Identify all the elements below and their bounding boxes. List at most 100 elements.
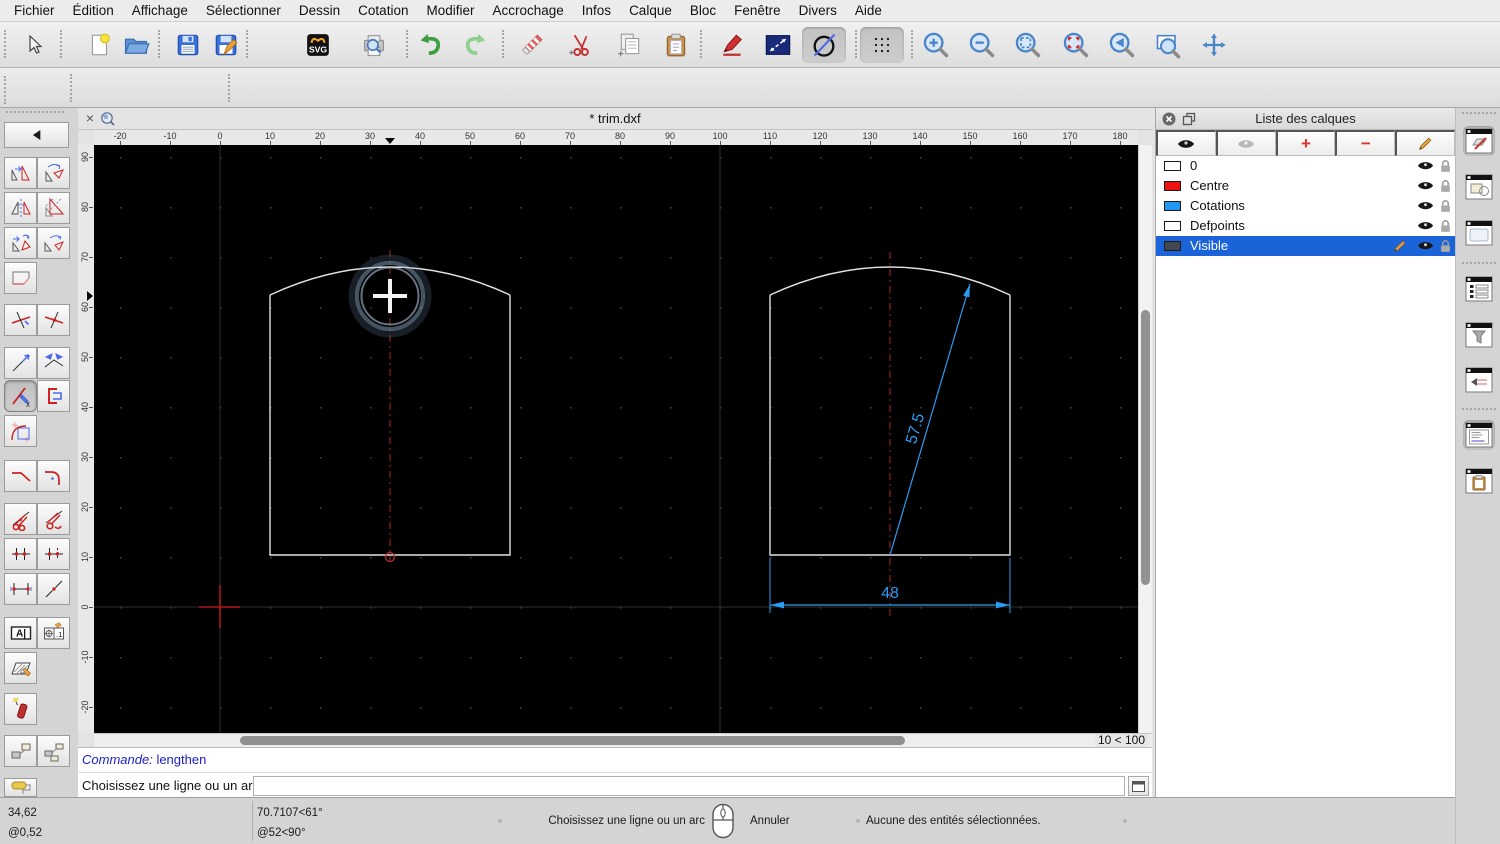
- attributes-tool[interactable]: .1: [37, 617, 70, 649]
- select-pointer-button[interactable]: [16, 27, 52, 63]
- menu-infos[interactable]: Infos: [582, 3, 611, 18]
- layer-lock-icon[interactable]: [1440, 199, 1451, 213]
- horizontal-scrollbar-thumb[interactable]: [240, 736, 905, 745]
- export-svg-button[interactable]: SVG: [300, 27, 336, 63]
- layer-visibility-icon[interactable]: [1417, 240, 1434, 251]
- zoom-out-button[interactable]: [964, 27, 1000, 63]
- print-preview-button[interactable]: [356, 27, 392, 63]
- divide-tool[interactable]: [4, 538, 37, 570]
- layer-edit-icon[interactable]: [1393, 239, 1407, 253]
- remove-layer-button[interactable]: −: [1335, 130, 1396, 156]
- show-all-layers-button[interactable]: [1156, 130, 1216, 156]
- menu-affichage[interactable]: Affichage: [132, 3, 188, 18]
- cut-tool[interactable]: [4, 503, 37, 535]
- bevel-corner-tool[interactable]: [4, 460, 37, 492]
- rotate-two-tool[interactable]: [37, 227, 70, 259]
- zoom-auto-button[interactable]: [1010, 27, 1046, 63]
- layer-list-dock-toggle[interactable]: [1463, 126, 1495, 156]
- mirror-tool[interactable]: [4, 192, 37, 224]
- vertical-scrollbar[interactable]: [1138, 145, 1152, 733]
- save-button[interactable]: [170, 27, 206, 63]
- layer-lock-icon[interactable]: [1440, 239, 1451, 253]
- menu-edition[interactable]: Édition: [73, 3, 114, 18]
- layer-visibility-icon[interactable]: [1417, 220, 1434, 231]
- drawing-canvas[interactable]: 57.5 48: [94, 145, 1138, 733]
- library-browser-dock-toggle[interactable]: [1463, 218, 1495, 248]
- command-dock-button[interactable]: [1128, 776, 1149, 796]
- toolbar-handle[interactable]: [4, 30, 6, 58]
- layer-color-swatch[interactable]: [1164, 221, 1181, 231]
- copy-button[interactable]: [612, 27, 648, 63]
- layer-visibility-icon[interactable]: [1417, 200, 1434, 211]
- revert-direction-tool[interactable]: [37, 347, 70, 379]
- measure-distance-button[interactable]: [760, 27, 796, 63]
- scale-tool[interactable]: [37, 192, 70, 224]
- erase-button[interactable]: [514, 27, 550, 63]
- clipboard-dock-toggle[interactable]: [1463, 466, 1495, 496]
- layer-lock-icon[interactable]: [1440, 179, 1451, 193]
- fillet-tool[interactable]: [4, 415, 37, 447]
- layer-row[interactable]: 0: [1156, 156, 1455, 176]
- layer-row[interactable]: Defpoints: [1156, 216, 1455, 236]
- entity-filter-dock-toggle[interactable]: [1463, 320, 1495, 350]
- entity-list-dock-toggle[interactable]: [1463, 274, 1495, 304]
- zoom-window-button[interactable]: [1150, 27, 1186, 63]
- new-document-button[interactable]: [82, 27, 118, 63]
- add-layer-button[interactable]: +: [1275, 130, 1336, 156]
- layer-row[interactable]: Visible: [1156, 236, 1455, 256]
- layer-row[interactable]: Centre: [1156, 176, 1455, 196]
- layer-row[interactable]: Cotations: [1156, 196, 1455, 216]
- layer-color-swatch[interactable]: [1164, 161, 1181, 171]
- menu-calque[interactable]: Calque: [629, 3, 672, 18]
- command-input[interactable]: [253, 776, 1125, 796]
- menu-fenetre[interactable]: Fenêtre: [734, 3, 781, 18]
- horizontal-scrollbar[interactable]: 10 < 100: [94, 733, 1152, 747]
- rotate-tool[interactable]: [37, 157, 70, 189]
- zoom-in-button[interactable]: [918, 27, 954, 63]
- menu-fichier[interactable]: Fichier: [14, 3, 55, 18]
- text-edit-tool[interactable]: A|: [4, 617, 37, 649]
- paint-tool[interactable]: [4, 778, 37, 797]
- vertical-scrollbar-thumb[interactable]: [1141, 310, 1150, 585]
- layer-color-swatch[interactable]: [1164, 201, 1181, 211]
- cut-two-tool[interactable]: [37, 503, 70, 535]
- grid-toggle-button[interactable]: [860, 27, 904, 63]
- save-as-button[interactable]: [208, 27, 244, 63]
- menu-aide[interactable]: Aide: [855, 3, 882, 18]
- explode-tool[interactable]: [37, 380, 70, 412]
- move-rotate-tool[interactable]: [4, 227, 37, 259]
- redo-button[interactable]: [458, 27, 494, 63]
- zoom-previous-button[interactable]: [1058, 27, 1094, 63]
- round-corner-tool[interactable]: [37, 460, 70, 492]
- palette-back-button[interactable]: [4, 122, 69, 148]
- pen-palette-dock-toggle[interactable]: [1463, 365, 1495, 395]
- menu-modifier[interactable]: Modifier: [426, 3, 474, 18]
- layer-color-swatch[interactable]: [1164, 181, 1181, 191]
- edit-block-copy-tool[interactable]: [37, 735, 70, 767]
- layer-visibility-icon[interactable]: [1417, 160, 1434, 171]
- layer-lock-icon[interactable]: [1440, 219, 1451, 233]
- menu-cotation[interactable]: Cotation: [358, 3, 408, 18]
- options-handle[interactable]: [4, 76, 6, 104]
- layer-color-swatch[interactable]: [1164, 241, 1181, 251]
- delete-tool[interactable]: [4, 693, 37, 725]
- menu-dessin[interactable]: Dessin: [299, 3, 340, 18]
- command-widget-dock-toggle[interactable]: [1463, 420, 1495, 450]
- pen-edit-button[interactable]: [714, 27, 750, 63]
- edit-block-tool[interactable]: [4, 735, 37, 767]
- menu-bloc[interactable]: Bloc: [690, 3, 716, 18]
- cut-button[interactable]: [562, 27, 598, 63]
- paste-button[interactable]: [658, 27, 694, 63]
- lengthen-tool[interactable]: x: [4, 380, 37, 412]
- offset-tool[interactable]: [4, 347, 37, 379]
- layer-visibility-icon[interactable]: [1417, 180, 1434, 191]
- menu-divers[interactable]: Divers: [799, 3, 837, 18]
- block-list-dock-toggle[interactable]: [1463, 172, 1495, 202]
- move-copy-tool[interactable]: [4, 157, 37, 189]
- hatch-tool[interactable]: [4, 652, 37, 684]
- trim-two-tool[interactable]: [37, 304, 70, 336]
- open-document-button[interactable]: [118, 27, 154, 63]
- divide-two-tool[interactable]: [37, 538, 70, 570]
- palette-handle[interactable]: [6, 111, 64, 113]
- snap-free-button[interactable]: [802, 27, 846, 63]
